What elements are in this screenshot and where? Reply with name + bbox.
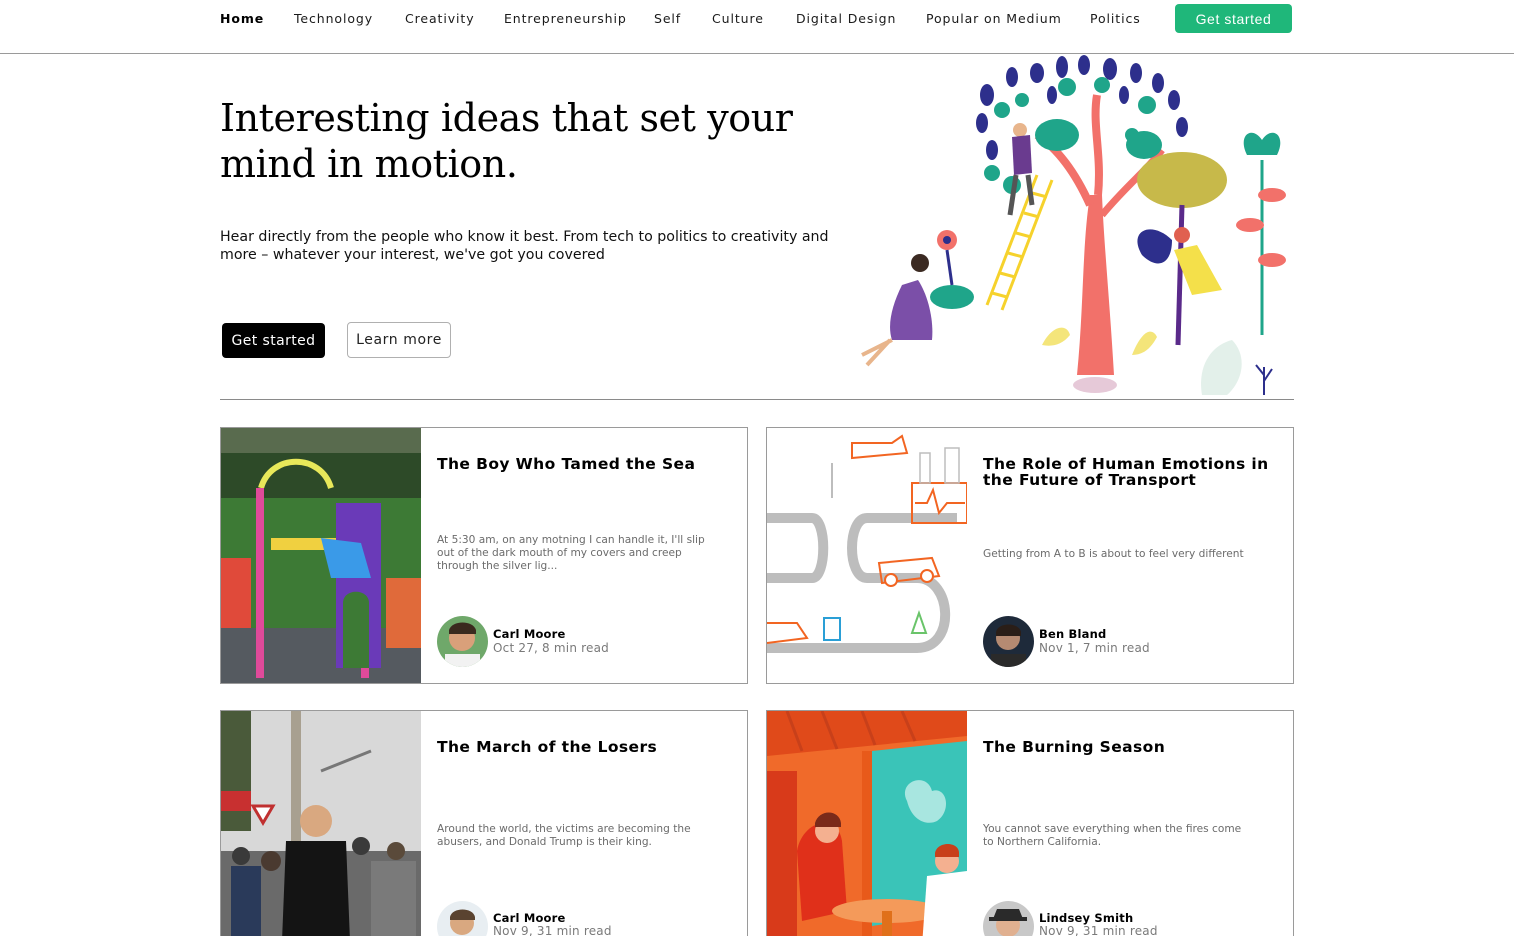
story-card[interactable]: The Burning Season You cannot save every… — [766, 710, 1294, 936]
author-name[interactable]: Carl Moore — [493, 627, 566, 641]
nav-item-politics[interactable]: Politics — [1090, 11, 1141, 26]
author-name[interactable]: Carl Moore — [493, 911, 566, 925]
story-meta: Oct 27, 8 min read — [493, 641, 609, 655]
hero-title: Interesting ideas that set your mind in … — [220, 96, 793, 186]
nav-get-started-button[interactable]: Get started — [1175, 4, 1292, 33]
hero-learn-more-button[interactable]: Learn more — [347, 322, 451, 358]
nav-item-home[interactable]: Home — [220, 11, 264, 26]
story-meta: Nov 1, 7 min read — [1039, 641, 1150, 655]
story-meta: Nov 9, 31 min read — [1039, 924, 1158, 936]
story-card[interactable]: The March of the Losers Around the world… — [220, 710, 748, 936]
nav-item-culture[interactable]: Culture — [712, 11, 764, 26]
nav-item-digital-design[interactable]: Digital Design — [796, 11, 896, 26]
story-meta: Nov 9, 31 min read — [493, 924, 612, 936]
hero-subtitle: Hear directly from the people who know i… — [220, 229, 829, 263]
story-card[interactable]: The Role of Human Emotions in the Future… — [766, 427, 1294, 684]
story-excerpt: Around the world, the victims are becomi… — [437, 823, 691, 848]
hero-get-started-button[interactable]: Get started — [222, 323, 325, 358]
avatar[interactable] — [437, 901, 488, 936]
story-title[interactable]: The Role of Human Emotions in the Future… — [983, 456, 1273, 488]
author-name[interactable]: Ben Bland — [1039, 627, 1106, 641]
story-excerpt: Getting from A to B is about to feel ver… — [983, 548, 1244, 560]
story-excerpt: At 5:30 am, on any motning I can handle … — [437, 534, 705, 572]
top-navigation: Home Technology Creativity Entrepreneurs… — [0, 0, 1514, 54]
story-image-transport — [767, 428, 967, 683]
story-title[interactable]: The March of the Losers — [437, 739, 727, 755]
hero-divider — [220, 399, 1294, 400]
story-image-burning-season — [767, 711, 967, 936]
story-card[interactable]: The Boy Who Tamed the Sea At 5:30 am, on… — [220, 427, 748, 684]
story-image-street-crowd — [221, 711, 421, 936]
avatar[interactable] — [437, 616, 488, 667]
story-title[interactable]: The Boy Who Tamed the Sea — [437, 456, 727, 472]
story-excerpt: You cannot save everything when the fire… — [983, 823, 1242, 848]
nav-item-popular-on-medium[interactable]: Popular on Medium — [926, 11, 1062, 26]
nav-item-self[interactable]: Self — [654, 11, 681, 26]
nav-item-entrepreneurship[interactable]: Entrepreneurship — [504, 11, 627, 26]
story-image-playground — [221, 428, 421, 683]
avatar[interactable] — [983, 901, 1034, 936]
hero-illustration — [852, 55, 1297, 399]
avatar[interactable] — [983, 616, 1034, 667]
nav-item-technology[interactable]: Technology — [294, 11, 373, 26]
nav-item-creativity[interactable]: Creativity — [405, 11, 475, 26]
story-title[interactable]: The Burning Season — [983, 739, 1273, 755]
author-name[interactable]: Lindsey Smith — [1039, 911, 1133, 925]
